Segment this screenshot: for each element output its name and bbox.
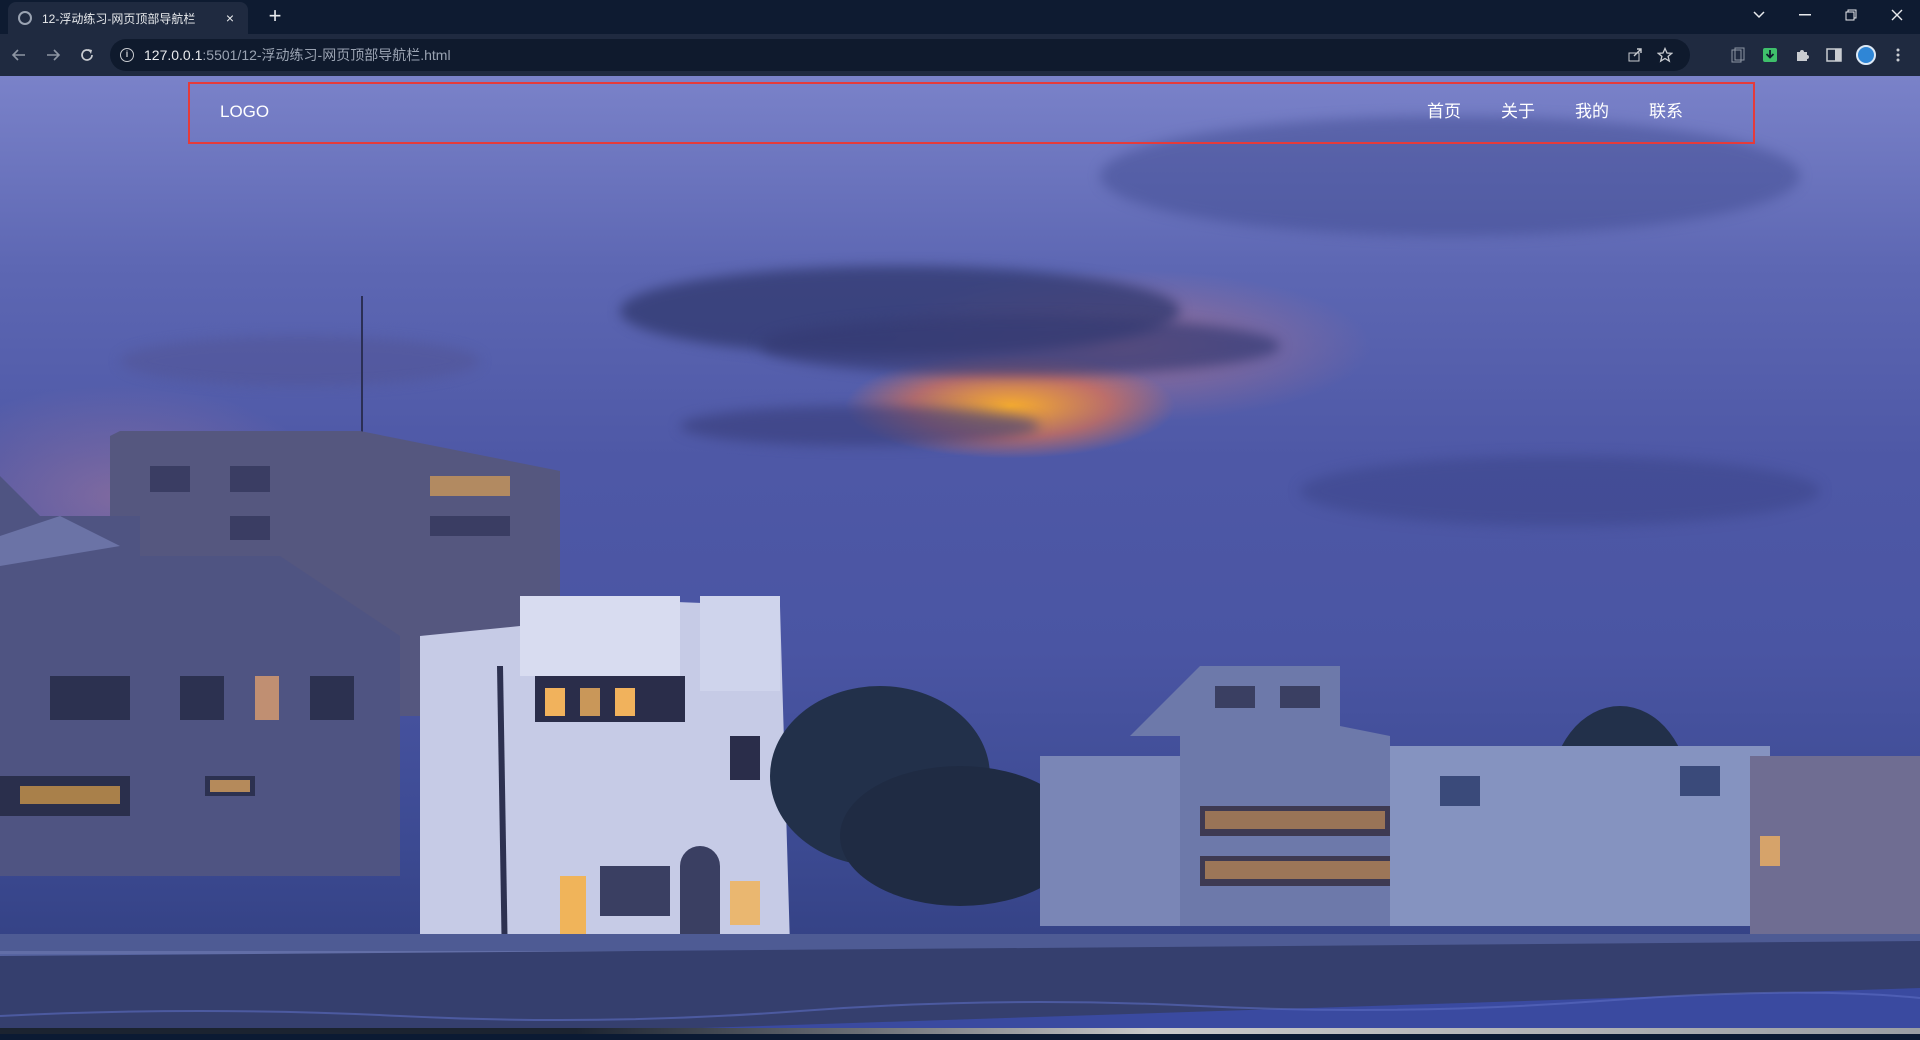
side-panel-icon[interactable]: [1818, 40, 1850, 70]
browser-tab-active[interactable]: 12-浮动练习-网页顶部导航栏 ×: [8, 2, 248, 34]
close-window-button[interactable]: [1874, 0, 1920, 30]
nav-item-about[interactable]: 关于: [1501, 100, 1535, 124]
puzzle-icon[interactable]: [1786, 40, 1818, 70]
extensions-area: [1722, 40, 1914, 70]
reload-icon[interactable]: [72, 40, 102, 70]
avatar: [1856, 45, 1876, 65]
info-icon[interactable]: i: [120, 48, 134, 62]
share-icon[interactable]: [1620, 40, 1650, 70]
url-path: :5501/12-浮动练习-网页顶部导航栏.html: [202, 47, 451, 63]
browser-tab-strip: 12-浮动练习-网页顶部导航栏 × +: [0, 0, 1920, 34]
harbor-town-illustration: [0, 296, 1920, 1034]
profile-avatar[interactable]: [1850, 40, 1882, 70]
nav-item-home[interactable]: 首页: [1427, 100, 1461, 124]
globe-icon: [18, 11, 32, 25]
url-host: 127.0.0.1: [144, 47, 203, 63]
tab-close-button[interactable]: ×: [222, 10, 238, 26]
kebab-menu-icon[interactable]: [1882, 40, 1914, 70]
restore-button[interactable]: [1828, 0, 1874, 30]
browser-toolbar: i 127.0.0.1 :5501/12-浮动练习-网页顶部导航栏.html: [0, 34, 1920, 76]
tab-search-chevron-icon[interactable]: [1736, 0, 1782, 30]
site-logo[interactable]: LOGO: [220, 100, 269, 124]
back-arrow-icon[interactable]: [4, 40, 34, 70]
download-extension-icon[interactable]: [1754, 40, 1786, 70]
nav-item-contact[interactable]: 联系: [1649, 100, 1683, 124]
document-extension-icon[interactable]: [1722, 40, 1754, 70]
address-bar-actions: [1620, 39, 1680, 71]
main-nav: 首页 关于 我的 联系: [1387, 100, 1683, 124]
minimize-button[interactable]: [1782, 0, 1828, 30]
bottom-edge-strip: [0, 1028, 1920, 1034]
window-controls: [1736, 0, 1920, 30]
nav-item-mine[interactable]: 我的: [1575, 100, 1609, 124]
forward-arrow-icon[interactable]: [38, 40, 68, 70]
address-bar[interactable]: i 127.0.0.1 :5501/12-浮动练习-网页顶部导航栏.html: [110, 39, 1690, 71]
site-header: LOGO 首页 关于 我的 联系: [188, 82, 1755, 144]
new-tab-button[interactable]: +: [262, 4, 288, 30]
star-icon[interactable]: [1650, 40, 1680, 70]
page-viewport: [0, 76, 1920, 1034]
tab-title: 12-浮动练习-网页顶部导航栏: [42, 11, 196, 26]
